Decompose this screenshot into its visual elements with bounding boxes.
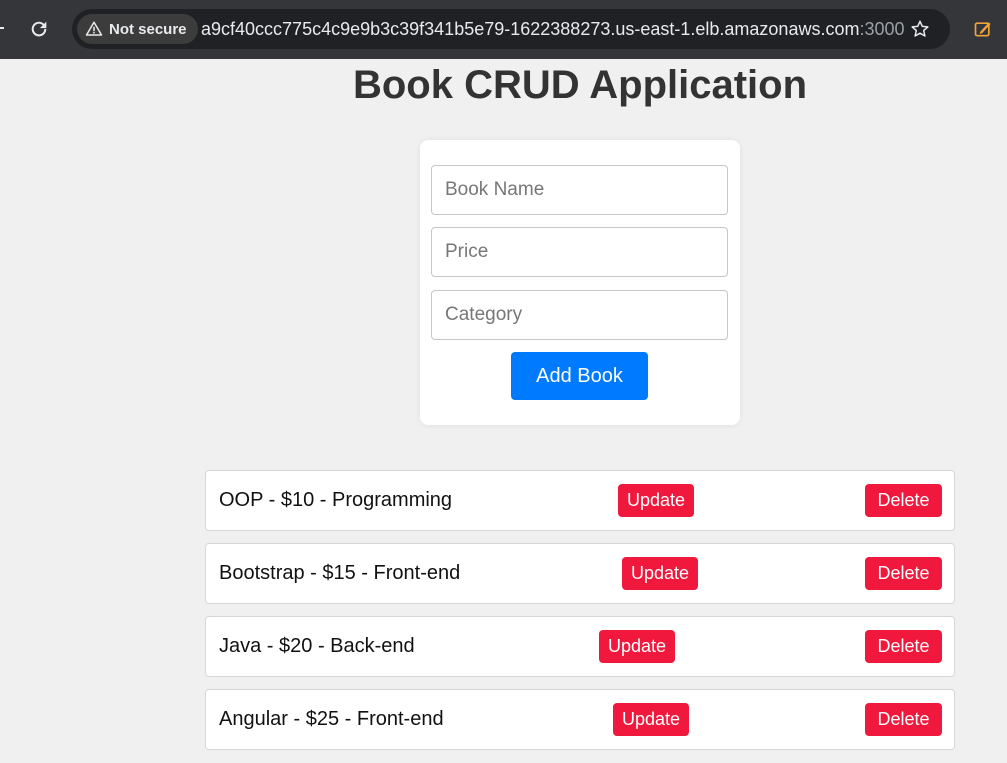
update-book-button[interactable]: Update [613, 703, 690, 736]
delete-book-button[interactable]: Delete [865, 484, 942, 517]
book-list-item: Angular - $25 - Front-end Update Delete [205, 689, 955, 750]
url-host: a9cf40ccc775c4c9e9b3c39f341b5e79-1622388… [201, 19, 860, 39]
url-text[interactable]: a9cf40ccc775c4c9e9b3c39f341b5e79-1622388… [201, 19, 905, 40]
book-item-text: Java - $20 - Back-end [219, 635, 415, 657]
book-item-text: Bootstrap - $15 - Front-end [219, 562, 461, 584]
book-list-item: Java - $20 - Back-end Update Delete [205, 616, 955, 677]
add-book-button[interactable]: Add Book [511, 352, 648, 400]
delete-book-button[interactable]: Delete [865, 630, 942, 663]
book-item-text: OOP - $10 - Programming [219, 489, 453, 511]
browser-toolbar: Not secure a9cf40ccc775c4c9e9b3c39f341b5… [0, 0, 1007, 59]
bookmark-star-icon[interactable] [910, 19, 930, 39]
extension-icon[interactable] [973, 19, 993, 39]
book-list-item: Bootstrap - $15 - Front-end Update Delet… [205, 543, 955, 604]
delete-book-button[interactable]: Delete [865, 557, 942, 590]
address-bar[interactable]: Not secure a9cf40ccc775c4c9e9b3c39f341b5… [72, 9, 950, 49]
update-book-button[interactable]: Update [618, 484, 695, 517]
price-input[interactable] [431, 227, 728, 277]
book-name-input[interactable] [431, 165, 728, 215]
update-book-button[interactable]: Update [622, 557, 699, 590]
reload-icon[interactable] [28, 18, 50, 40]
update-book-button[interactable]: Update [599, 630, 676, 663]
book-list: OOP - $10 - Programming Update Delete Bo… [205, 470, 955, 762]
page-title: Book CRUD Application [352, 63, 808, 107]
warning-icon [85, 21, 103, 36]
security-label: Not secure [109, 20, 187, 38]
category-input[interactable] [431, 290, 728, 340]
url-port: :3000 [859, 19, 905, 39]
delete-book-button[interactable]: Delete [865, 703, 942, 736]
back-arrow-icon[interactable] [0, 27, 4, 29]
book-item-text: Angular - $25 - Front-end [219, 708, 444, 730]
add-book-form: Add Book [420, 140, 740, 425]
security-chip[interactable]: Not secure [77, 14, 198, 44]
book-list-item: OOP - $10 - Programming Update Delete [205, 470, 955, 531]
